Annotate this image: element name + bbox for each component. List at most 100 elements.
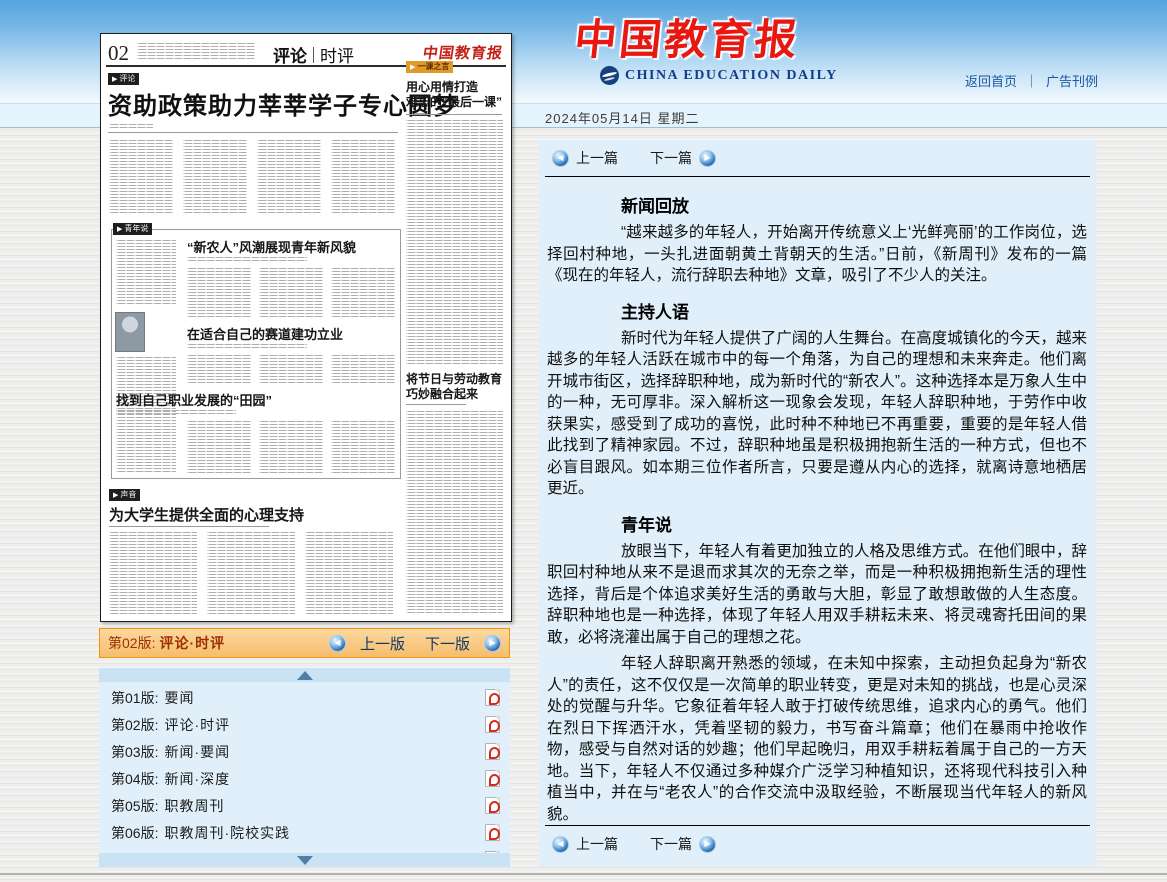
next-edition-link[interactable]: 下一版 (425, 633, 470, 654)
edition-bar: 第02版:评论·时评 ◀ 上一版 下一版 ▶ (99, 628, 510, 658)
edition-label: 第02版:评论·时评 (108, 633, 225, 653)
newsprint-text-block (187, 344, 307, 350)
article-nav-top: ◀ 上一篇 下一篇 ▶ (538, 140, 1097, 172)
newsprint-text-block (259, 421, 323, 473)
prev-edition-icon[interactable]: ◀ (329, 635, 346, 652)
edition-number: 第06版: (111, 823, 158, 843)
newsprint-text-block (109, 124, 153, 130)
article-nav-bottom-wrap: ◀ 上一篇 下一篇 ▶ (538, 825, 1097, 867)
list-item[interactable]: 第05版: 职教周刊 (99, 792, 510, 819)
article-paragraph: 放眼当下，年轻人有着更加独立的人格及思维方式。在他们眼中，辞职回村种地从来不是退… (547, 541, 1087, 649)
edition-number: 第01版: (111, 688, 158, 708)
paper-headline-labor: 巧妙融合起来 (406, 385, 478, 402)
prev-edition-link[interactable]: 上一版 (360, 633, 405, 654)
divider-line (545, 825, 1090, 826)
rule (406, 114, 502, 115)
paper-masthead-logo: 中国教育报 (422, 42, 505, 63)
paper-rubric-label: ▶评论 (108, 73, 139, 85)
divider-line (545, 176, 1090, 177)
pdf-icon[interactable] (485, 689, 500, 706)
site-logo-chinese: 中国教育报 (572, 6, 788, 67)
pdf-icon[interactable] (485, 716, 500, 733)
header-links: 返回首页 ｜ 广告刊例 (965, 71, 1098, 90)
home-link[interactable]: 返回首页 (965, 71, 1017, 90)
newsprint-text-block (187, 268, 251, 318)
paper-rubric-label-right: ▶一课之言 (406, 61, 453, 73)
article-nav-bottom: ◀ 上一篇 下一篇 ▶ (538, 825, 1097, 858)
section-heading: 青年说 (621, 511, 1087, 536)
paper-rubric-label-voice: ▶声音 (109, 489, 140, 501)
newsprint-text-block (116, 410, 236, 416)
edition-nav: ◀ 上一版 下一版 ▶ (329, 633, 501, 654)
newsprint-text-block (257, 140, 321, 214)
newsprint-text-block (109, 140, 173, 214)
site-logo-english: CHINA EDUCATION DAILY (625, 68, 838, 84)
newsprint-text-block (331, 355, 395, 385)
globe-icon (600, 66, 619, 85)
list-item[interactable]: 第03版: 新闻·要闻 (99, 738, 510, 765)
newsprint-text-block (137, 43, 255, 59)
list-item[interactable]: 第01版: 要闻 (99, 684, 510, 711)
list-item[interactable]: 第04版: 新闻·深度 (99, 765, 510, 792)
rule (109, 526, 269, 527)
edition-name-link[interactable]: 职教周刊 (164, 796, 224, 816)
paper-headline-psych: 为大学生提供全面的心理支持 (109, 504, 304, 525)
newsprint-text-block (187, 257, 307, 263)
paper-headline-garden: 找到自己职业发展的“田园” (116, 390, 272, 409)
next-article-icon[interactable]: ▶ (699, 836, 716, 853)
newsprint-text-block (305, 532, 393, 614)
ads-link[interactable]: 广告刊例 (1046, 71, 1098, 90)
scroll-up-button[interactable] (99, 668, 510, 682)
down-arrow-icon (297, 856, 313, 865)
article-paragraph: “越来越多的年轻人，开始离开传统意义上‘光鲜亮丽’的工作岗位，选择回村种地，一头… (547, 222, 1087, 287)
link-separator: ｜ (1025, 71, 1038, 90)
article-paragraph: 新时代为年轻人提供了广阔的人生舞台。在高度城镇化的今天，越来越多的年轻人活跃在城… (547, 328, 1087, 500)
newsprint-text-block (183, 140, 247, 214)
pdf-icon[interactable] (485, 797, 500, 814)
edition-name-link[interactable]: 职教周刊·院校实践 (164, 823, 290, 843)
list-item[interactable]: 第06版: 职教周刊·院校实践 (99, 819, 510, 846)
prev-article-icon[interactable]: ◀ (552, 150, 569, 167)
issue-date: 2024年05月14日 星期二 (545, 108, 699, 127)
article-body: 新闻回放 “越来越多的年轻人，开始离开传统意义上‘光鲜亮丽’的工作岗位，选择回村… (538, 179, 1097, 825)
newsprint-text-block (406, 411, 503, 613)
newsprint-text-block (259, 268, 323, 318)
article-panel: ◀ 上一篇 下一篇 ▶ 新闻回放 “越来越多的年轻人，开始离开传统意义上‘光鲜亮… (538, 140, 1097, 867)
newsprint-text-block (406, 120, 503, 364)
newsprint-text-block (109, 532, 197, 614)
pdf-icon[interactable] (485, 770, 500, 787)
edition-name-link[interactable]: 新闻·要闻 (164, 742, 230, 762)
prev-article-link[interactable]: 上一篇 (576, 834, 618, 854)
paper-headline-newfarmer: “新农人”风潮展现青年新风貌 (187, 237, 356, 256)
newsprint-text-block (331, 268, 395, 318)
up-arrow-icon (297, 671, 313, 680)
newsprint-text-block (331, 140, 395, 214)
prev-article-link[interactable]: 上一篇 (576, 148, 618, 168)
edition-name-link[interactable]: 要闻 (164, 688, 194, 708)
next-article-icon[interactable]: ▶ (699, 150, 716, 167)
pdf-icon[interactable] (485, 824, 500, 841)
prev-article-icon[interactable]: ◀ (552, 836, 569, 853)
edition-list: 第01版: 要闻 第02版: 评论·时评 第03版: 新闻·要闻 第04版: 新… (99, 684, 510, 867)
edition-number: 第04版: (111, 769, 158, 789)
next-edition-icon[interactable]: ▶ (484, 635, 501, 652)
edition-number: 第03版: (111, 742, 158, 762)
newsprint-text-block (207, 532, 295, 614)
section-heading: 主持人语 (621, 298, 1087, 323)
paper-headline-track: 在适合自己的赛道建功立业 (187, 324, 343, 343)
paper-headline-right: 难忘的“最后一课” (406, 93, 502, 110)
next-article-link[interactable]: 下一篇 (650, 834, 692, 854)
edition-name-link[interactable]: 新闻·深度 (164, 769, 230, 789)
next-article-link[interactable]: 下一篇 (650, 148, 692, 168)
edition-list-panel: 第01版: 要闻 第02版: 评论·时评 第03版: 新闻·要闻 第04版: 新… (99, 668, 510, 867)
paper-masthead-title: 评论 时评 (273, 42, 354, 67)
edition-name-link[interactable]: 评论·时评 (164, 715, 230, 735)
paper-page-number: 02 (108, 41, 129, 66)
newsprint-text-block (259, 355, 323, 385)
section-heading: 新闻回放 (621, 192, 1087, 217)
rule (108, 132, 398, 133)
pdf-icon[interactable] (485, 743, 500, 760)
scroll-down-button[interactable] (99, 853, 510, 867)
newspaper-page-image[interactable]: 02 评论 时评 中国教育报 ▶评论 资助政策助力莘莘学子专心圆梦 ▶一课之言 … (100, 33, 512, 622)
list-item[interactable]: 第02版: 评论·时评 (99, 711, 510, 738)
